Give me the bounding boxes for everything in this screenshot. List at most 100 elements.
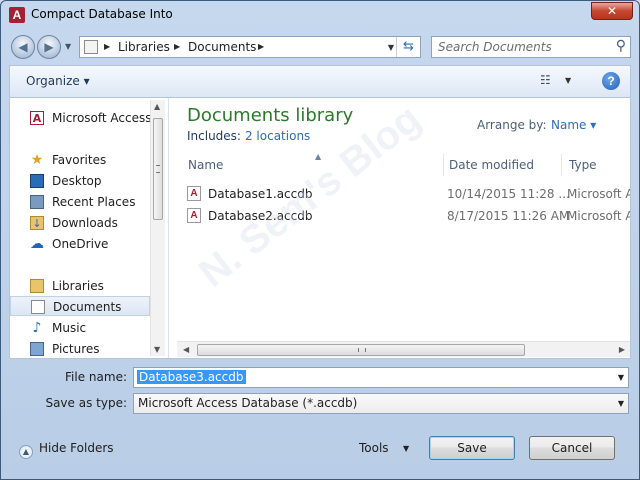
column-divider[interactable] xyxy=(443,154,444,176)
file-row[interactable]: A Database1.accdb 10/14/2015 11:28 ... M… xyxy=(177,184,630,204)
recent-pages-dropdown-icon[interactable]: ▼ xyxy=(65,42,71,51)
address-bar[interactable]: ▶ Libraries ▶ Documents ▶ ▼ ⇆ xyxy=(79,36,421,58)
column-header: ▲ Name Date modified Type xyxy=(177,152,630,176)
nav-item-music[interactable]: ♪ Music xyxy=(10,318,150,338)
scroll-right-icon[interactable]: ▶ xyxy=(619,345,625,354)
tools-dropdown-icon[interactable]: ▼ xyxy=(403,444,409,453)
search-input[interactable] xyxy=(432,37,608,57)
help-icon[interactable]: ? xyxy=(602,72,620,90)
arrange-by-label: Arrange by: xyxy=(477,118,547,132)
nav-item-label: Music xyxy=(52,321,87,335)
browser-content: A Microsoft Access ★ Favorites Desktop R… xyxy=(9,97,631,359)
file-name-dropdown-icon[interactable]: ▼ xyxy=(618,373,624,382)
file-row[interactable]: A Database2.accdb 8/17/2015 11:26 AM Mic… xyxy=(177,206,630,226)
file-pane: Documents library Includes: 2 locations A… xyxy=(168,98,630,358)
file-date: 8/17/2015 11:26 AM xyxy=(447,209,570,223)
nav-item-downloads[interactable]: ↓ Downloads xyxy=(10,213,150,233)
file-name-label: File name: xyxy=(65,370,127,384)
organize-button[interactable]: Organize ▾ xyxy=(26,74,90,88)
back-arrow-icon: ◀ xyxy=(18,40,28,54)
address-row: ◀ ▶ ▼ ▶ Libraries ▶ Documents ▶ ▼ ⇆ ⚲ xyxy=(1,29,639,63)
hide-folders-label: Hide Folders xyxy=(39,441,114,455)
file-name: Database1.accdb xyxy=(208,187,313,201)
forward-button[interactable]: ▶ xyxy=(37,35,61,59)
star-icon: ★ xyxy=(30,152,44,168)
nav-item-label: Documents xyxy=(53,300,122,314)
grip-icon xyxy=(358,348,366,352)
downloads-icon: ↓ xyxy=(30,216,44,230)
chevron-up-icon: ▲ xyxy=(19,445,33,459)
nav-item-label: Downloads xyxy=(52,216,118,230)
scrollbar-thumb[interactable] xyxy=(197,344,525,356)
scroll-up-icon[interactable]: ▲ xyxy=(154,102,160,111)
dialog-footer: ▲ Hide Folders Tools ▼ Save Cancel xyxy=(1,431,639,479)
title-bar: A Compact Database Into ✕ xyxy=(1,1,639,29)
view-list-icon[interactable]: ☷ xyxy=(540,73,551,87)
library-title: Documents library xyxy=(187,105,354,126)
breadcrumb-libraries[interactable]: Libraries xyxy=(118,40,170,54)
file-name-field[interactable]: Database3.accdb ▼ xyxy=(133,367,629,388)
nav-item-label: Libraries xyxy=(52,279,104,293)
address-dropdown-icon[interactable]: ▼ xyxy=(388,43,394,52)
nav-item-libraries[interactable]: Libraries xyxy=(10,276,150,296)
desktop-icon xyxy=(30,174,44,188)
nav-item-label: Pictures xyxy=(52,342,100,356)
save-as-type-select[interactable]: Microsoft Access Database (*.accdb) ▼ xyxy=(133,393,629,414)
file-date: 10/14/2015 11:28 ... xyxy=(447,187,570,201)
cancel-button[interactable]: Cancel xyxy=(529,436,615,460)
arrange-by-dropdown[interactable]: Name ▾ xyxy=(551,118,596,132)
file-name-value[interactable]: Database3.accdb xyxy=(137,370,246,384)
nav-pane-scrollbar[interactable]: ▲ ▼ xyxy=(150,100,165,356)
nav-item-pictures[interactable]: Pictures xyxy=(10,339,150,358)
nav-item-recent-places[interactable]: Recent Places xyxy=(10,192,150,212)
save-as-type-dropdown-icon[interactable]: ▼ xyxy=(618,399,624,408)
tools-button[interactable]: Tools xyxy=(359,441,389,455)
save-as-type-label: Save as type: xyxy=(45,396,127,410)
library-includes: Includes: 2 locations xyxy=(187,129,310,143)
nav-item-label: Recent Places xyxy=(52,195,136,209)
scroll-down-icon[interactable]: ▼ xyxy=(154,345,160,354)
column-name[interactable]: Name xyxy=(188,158,223,172)
nav-item-onedrive[interactable]: ☁ OneDrive xyxy=(10,234,150,254)
dialog-window: A Compact Database Into ✕ ◀ ▶ ▼ ▶ Librar… xyxy=(0,0,640,480)
save-as-type-value: Microsoft Access Database (*.accdb) xyxy=(138,396,358,410)
onedrive-icon: ☁ xyxy=(30,236,44,252)
breadcrumb-documents[interactable]: Documents xyxy=(188,40,256,54)
nav-item-favorites[interactable]: ★ Favorites xyxy=(10,150,150,170)
access-file-icon: A xyxy=(187,186,201,201)
file-type: Microsoft Acc xyxy=(567,187,630,201)
libraries-icon xyxy=(30,279,44,293)
locations-link[interactable]: 2 locations xyxy=(245,129,310,143)
column-date-modified[interactable]: Date modified xyxy=(449,158,534,172)
close-button[interactable]: ✕ xyxy=(591,2,633,20)
nav-item-label: Desktop xyxy=(52,174,102,188)
file-name: Database2.accdb xyxy=(208,209,313,223)
refresh-icon[interactable]: ⇆ xyxy=(396,37,420,57)
column-divider[interactable] xyxy=(561,154,562,176)
chevron-right-icon[interactable]: ▶ xyxy=(104,42,110,51)
chevron-right-icon[interactable]: ▶ xyxy=(258,42,264,51)
nav-item-desktop[interactable]: Desktop xyxy=(10,171,150,191)
back-button[interactable]: ◀ xyxy=(11,35,35,59)
navigation-pane: A Microsoft Access ★ Favorites Desktop R… xyxy=(10,98,166,358)
file-list-hscrollbar[interactable]: ◀ ▶ xyxy=(177,341,630,357)
scrollbar-thumb[interactable] xyxy=(153,118,163,220)
window-title: Compact Database Into xyxy=(31,7,173,21)
command-toolbar: Organize ▾ ☷ ▼ ? xyxy=(9,65,631,97)
nav-item-microsoft-access[interactable]: A Microsoft Access xyxy=(10,108,152,128)
column-type[interactable]: Type xyxy=(569,158,597,172)
documents-icon xyxy=(31,300,45,314)
nav-item-label: Microsoft Access xyxy=(52,111,152,125)
view-dropdown-icon[interactable]: ▼ xyxy=(565,76,571,85)
forward-arrow-icon: ▶ xyxy=(44,40,54,54)
hide-folders-button[interactable]: ▲ Hide Folders xyxy=(19,441,114,459)
chevron-right-icon[interactable]: ▶ xyxy=(174,42,180,51)
save-button[interactable]: Save xyxy=(429,436,515,460)
scroll-left-icon[interactable]: ◀ xyxy=(183,345,189,354)
file-type: Microsoft Acc xyxy=(567,209,630,223)
recent-places-icon xyxy=(30,195,44,209)
search-icon[interactable]: ⚲ xyxy=(616,38,626,54)
nav-item-label: OneDrive xyxy=(52,237,109,251)
search-box[interactable]: ⚲ xyxy=(431,36,631,58)
nav-item-documents[interactable]: Documents xyxy=(10,296,150,316)
